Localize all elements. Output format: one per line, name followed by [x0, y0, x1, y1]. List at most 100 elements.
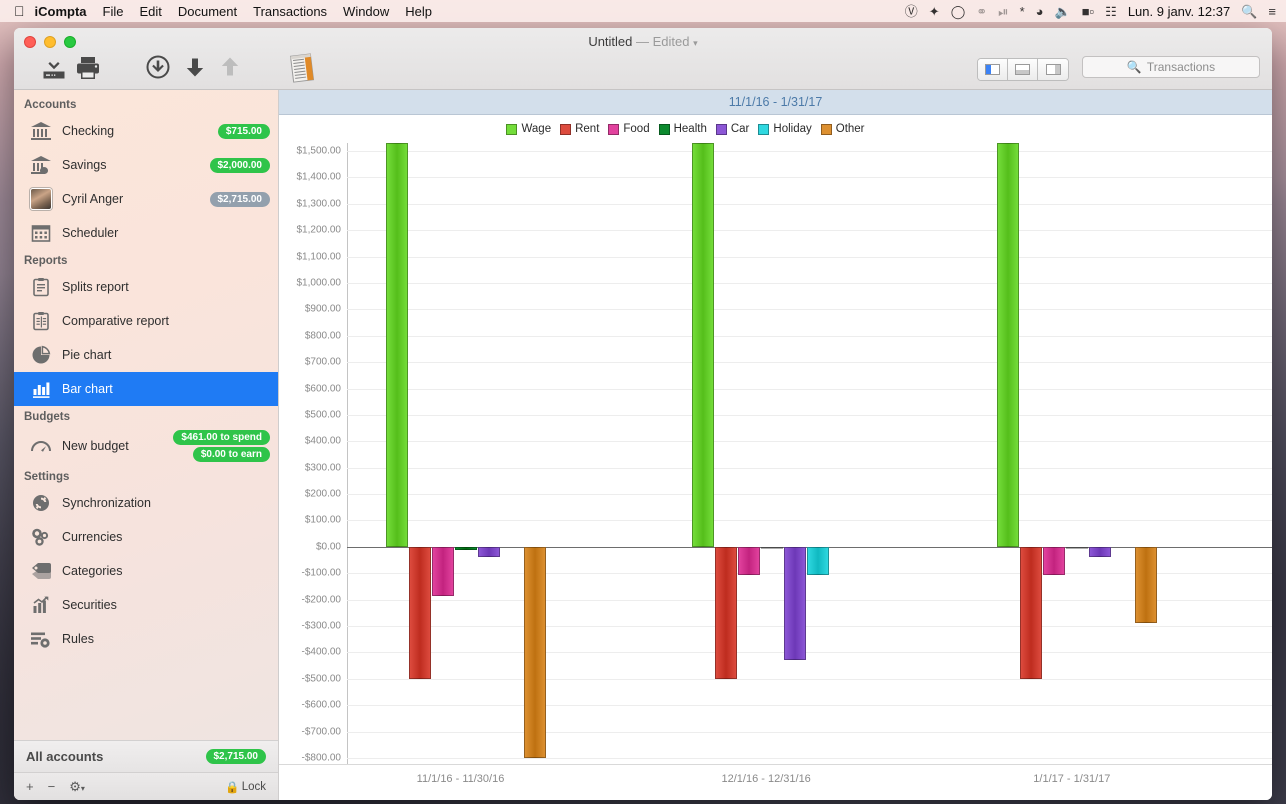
chart-bar[interactable] — [478, 547, 500, 558]
y-axis-tick-label: $800.00 — [305, 330, 341, 341]
download-circle-icon[interactable] — [145, 54, 171, 80]
chart-bar[interactable] — [524, 547, 546, 758]
evernote-icon[interactable]: Ⓥ — [905, 5, 918, 18]
sidebar-scroll: Accounts Checking $715.00 Savings $2,000… — [14, 90, 278, 740]
arrow-up-icon[interactable] — [217, 54, 243, 80]
coins-icon — [28, 524, 54, 550]
sidebar-item-categories[interactable]: Categories — [14, 554, 278, 588]
spotlight-search-icon[interactable]: 🔍 — [1241, 5, 1257, 18]
view-mode-split[interactable] — [1008, 59, 1038, 80]
gridline — [347, 362, 1272, 363]
menu-item-edit[interactable]: Edit — [139, 4, 161, 19]
legend-item[interactable]: Car — [716, 123, 750, 135]
x-axis-tick-label: 1/1/17 - 1/31/17 — [1033, 773, 1110, 785]
sidebar-item-label: Checking — [62, 124, 218, 138]
view-mode-inspector[interactable] — [1038, 59, 1068, 80]
dropbox-icon[interactable]: ✦ — [929, 5, 940, 18]
print-icon[interactable] — [74, 54, 102, 82]
chart-bar[interactable] — [715, 547, 737, 679]
cloud-sync-icon[interactable]: ⚭ — [976, 5, 987, 18]
legend-item[interactable]: Health — [659, 123, 707, 135]
y-axis-tick-label: -$200.00 — [302, 594, 341, 605]
window-content: Accounts Checking $715.00 Savings $2,000… — [14, 90, 1272, 800]
searchlight-icon[interactable]: ◯ — [951, 5, 966, 18]
timemachine-icon[interactable]: ⏯ — [998, 5, 1008, 18]
apple-menu-icon[interactable]:  — [8, 4, 35, 18]
chart-bar[interactable] — [807, 547, 829, 575]
remove-account-button[interactable]: − — [48, 779, 56, 794]
sidebar-item-pie-chart[interactable]: Pie chart — [14, 338, 278, 372]
search-field[interactable]: 🔍 Transactions — [1082, 56, 1260, 78]
legend-item[interactable]: Holiday — [758, 123, 811, 135]
chart-bar[interactable] — [432, 547, 454, 596]
wifi-icon[interactable]: ◕ — [1036, 5, 1044, 18]
view-mode-sidebar[interactable] — [978, 59, 1008, 80]
sidebar-item-savings[interactable]: Savings $2,000.00 — [14, 148, 278, 182]
document-separator: — — [636, 34, 649, 49]
battery-icon[interactable]: ■▫ — [1082, 5, 1094, 18]
menu-clock[interactable]: Lun. 9 janv. 12:37 — [1128, 4, 1230, 19]
chevron-down-icon[interactable]: ▾ — [693, 38, 698, 48]
menu-item-file[interactable]: File — [103, 4, 124, 19]
chart-bar[interactable] — [1089, 547, 1111, 558]
legend-item[interactable]: Rent — [560, 123, 599, 135]
sidebar-item-currencies[interactable]: Currencies — [14, 520, 278, 554]
chart-bar[interactable] — [784, 547, 806, 660]
x-axis-tick-label: 12/1/16 - 12/31/16 — [722, 773, 811, 785]
y-axis-tick-label: $600.00 — [305, 383, 341, 394]
sidebar-item-splits-report[interactable]: Splits report — [14, 270, 278, 304]
y-axis-tick-label: $300.00 — [305, 462, 341, 473]
menu-app-name[interactable]: iCompta — [35, 4, 87, 19]
chart-bar[interactable] — [409, 547, 431, 679]
y-axis-tick-label: -$500.00 — [302, 673, 341, 684]
settings-gear-button[interactable]: ⚙▾ — [69, 779, 85, 795]
sidebar-item-cyril-anger[interactable]: Cyril Anger $2,715.00 — [14, 182, 278, 216]
gridline — [347, 468, 1272, 469]
sidebar: Accounts Checking $715.00 Savings $2,000… — [14, 90, 279, 800]
arrow-down-icon[interactable] — [182, 54, 208, 80]
sidebar-item-new-budget[interactable]: New budget $461.00 to spend $0.00 to ear… — [14, 426, 278, 466]
sidebar-item-checking[interactable]: Checking $715.00 — [14, 114, 278, 148]
chart-bar[interactable] — [738, 547, 760, 575]
chart-bar[interactable] — [1135, 547, 1157, 624]
legend-item[interactable]: Food — [608, 123, 649, 135]
lock-button[interactable]: 🔒 Lock — [225, 780, 266, 794]
add-account-button[interactable]: + — [26, 779, 34, 794]
sidebar-item-label: Bar chart — [62, 382, 270, 396]
menu-item-help[interactable]: Help — [405, 4, 432, 19]
notification-center-icon[interactable]: ≡ — [1268, 5, 1276, 18]
legend-swatch-icon — [659, 124, 670, 135]
chart-bar[interactable] — [386, 143, 408, 547]
view-mode-switch[interactable] — [977, 58, 1069, 81]
menu-item-window[interactable]: Window — [343, 4, 389, 19]
sidebar-item-label: Rules — [62, 632, 270, 646]
all-accounts-badge: $2,715.00 — [206, 749, 267, 764]
chart-bar[interactable] — [1020, 547, 1042, 679]
lock-label: Lock — [242, 781, 266, 793]
ledger-icon[interactable] — [287, 52, 317, 84]
import-icon[interactable] — [40, 54, 68, 82]
chart-bar[interactable] — [692, 143, 714, 547]
legend-swatch-icon — [716, 124, 727, 135]
legend-item[interactable]: Wage — [506, 123, 551, 135]
chart-bar[interactable] — [1066, 547, 1088, 549]
sidebar-item-rules[interactable]: Rules — [14, 622, 278, 656]
sidebar-item-securities[interactable]: Securities — [14, 588, 278, 622]
gridline — [347, 494, 1272, 495]
bluetooth-icon[interactable]: * — [1020, 5, 1025, 18]
chart-bar[interactable] — [455, 547, 477, 550]
menu-item-document[interactable]: Document — [178, 4, 237, 19]
chart-bar[interactable] — [1043, 547, 1065, 575]
sidebar-item-scheduler[interactable]: Scheduler — [14, 216, 278, 250]
sidebar-item-comparative-report[interactable]: Comparative report — [14, 304, 278, 338]
sidebar-item-synchronization[interactable]: Synchronization — [14, 486, 278, 520]
chart-bar[interactable] — [761, 547, 783, 549]
input-source-icon[interactable]: ☷ — [1105, 5, 1117, 18]
sidebar-item-bar-chart[interactable]: Bar chart — [14, 372, 278, 406]
menu-item-transactions[interactable]: Transactions — [253, 4, 327, 19]
gridline — [347, 336, 1272, 337]
volume-icon[interactable]: 🔈 — [1055, 5, 1071, 18]
chart-bar[interactable] — [997, 143, 1019, 547]
legend-item[interactable]: Other — [821, 123, 865, 135]
chart-date-range-header[interactable]: 11/1/16 - 1/31/17 — [279, 90, 1272, 115]
